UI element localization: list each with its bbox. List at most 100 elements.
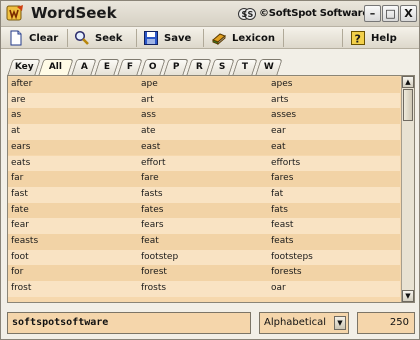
scroll-up-button[interactable]: ▲ <box>402 76 414 88</box>
search-input[interactable]: softspotsoftware <box>7 312 251 334</box>
tab-p[interactable]: P <box>163 59 189 75</box>
table-row[interactable]: eats effort efforts <box>8 155 400 172</box>
word-cell: fast <box>11 188 28 199</box>
tab-o[interactable]: O <box>140 59 166 75</box>
toolbar-divider <box>283 29 284 47</box>
word-cell: after <box>11 79 33 89</box>
clear-button[interactable]: Clear <box>3 27 63 49</box>
word-cell: as <box>11 110 22 121</box>
app-window: WordSeek S S ©SoftSpot Software – □ X Cl… <box>0 0 420 340</box>
document-icon <box>8 30 24 46</box>
app-title: WordSeek <box>31 4 117 22</box>
letter-tabs: Key All A E F O P R S T W <box>7 59 413 75</box>
word-cell: fare <box>141 173 159 184</box>
word-cell: ear <box>271 126 286 137</box>
word-cell: footstep <box>141 251 179 262</box>
svg-text:?: ? <box>355 33 361 46</box>
word-cell: fate <box>11 204 29 215</box>
word-cell: eat <box>271 141 286 152</box>
tab-e[interactable]: E <box>94 59 120 75</box>
word-cell: feasts <box>11 236 39 246</box>
table-row[interactable]: after ape apes <box>8 77 400 93</box>
word-cell: fears <box>141 220 164 231</box>
maximize-button[interactable]: □ <box>382 5 399 22</box>
word-cell: ass <box>141 110 156 121</box>
toolbar-divider <box>203 29 204 47</box>
word-cell: ape <box>141 79 158 89</box>
seek-label: Seek <box>95 32 123 44</box>
word-cell: forests <box>271 267 302 278</box>
word-cell: frost <box>11 283 32 294</box>
word-cell: eats <box>11 157 31 168</box>
minimize-button[interactable]: – <box>364 5 381 22</box>
sort-selected-value: Alphabetical <box>264 317 327 328</box>
word-cell: asses <box>271 110 297 121</box>
help-button[interactable]: ? Help <box>345 27 415 49</box>
save-button[interactable]: Save <box>138 27 200 49</box>
lexicon-label: Lexicon <box>232 32 275 44</box>
word-cell: efforts <box>271 157 301 168</box>
word-cell: frosts <box>141 283 167 294</box>
tab-key[interactable]: Key <box>7 59 41 75</box>
floppy-disk-icon <box>143 30 159 46</box>
table-row[interactable]: fast fasts fat <box>8 186 400 203</box>
table-row[interactable]: are art arts <box>8 92 400 109</box>
vertical-scrollbar[interactable]: ▲ ▼ <box>401 76 414 302</box>
question-icon: ? <box>350 30 366 46</box>
table-row[interactable]: far fare fares <box>8 171 400 187</box>
word-cell: footsteps <box>271 251 313 262</box>
table-row[interactable]: ears east eat <box>8 139 400 156</box>
sort-select[interactable]: Alphabetical ▼ <box>259 312 349 334</box>
word-cell: fear <box>11 220 29 231</box>
tab-r[interactable]: R <box>186 59 212 75</box>
brand-label: ©SoftSpot Software <box>259 8 369 19</box>
tab-all[interactable]: All <box>38 59 74 75</box>
word-cell: apes <box>271 79 293 89</box>
seek-button[interactable]: Seek <box>69 27 133 49</box>
title-bar[interactable]: WordSeek S S ©SoftSpot Software – □ X <box>1 1 419 27</box>
word-cell: oar <box>271 283 286 294</box>
word-cell: foot <box>11 251 29 262</box>
table-row[interactable]: fear fears feast <box>8 218 400 234</box>
word-cell: fasts <box>141 188 163 199</box>
tab-a[interactable]: A <box>71 59 97 75</box>
word-cell: fates <box>141 204 164 215</box>
word-cell: art <box>141 94 154 105</box>
lexicon-button[interactable]: Lexicon <box>206 27 280 49</box>
scroll-down-button[interactable]: ▼ <box>402 290 414 302</box>
word-cell: fat <box>271 188 284 199</box>
clear-label: Clear <box>29 32 59 44</box>
table-row[interactable]: foot footstep footsteps <box>8 249 400 266</box>
word-cell: feast <box>271 220 294 231</box>
word-cell: ears <box>11 141 31 152</box>
table-row[interactable]: frost frosts oar <box>8 281 400 297</box>
table-row[interactable]: fate fates fats <box>8 202 400 219</box>
book-icon <box>211 30 227 46</box>
word-list[interactable]: after ape apes are art arts as ass asses at ate ear… <box>7 75 415 303</box>
table-row[interactable]: at ate ear <box>8 124 400 140</box>
table-row[interactable]: for forest forests <box>8 265 400 282</box>
word-cell: are <box>11 94 26 105</box>
word-cell: east <box>141 141 161 152</box>
tab-w[interactable]: W <box>255 59 283 75</box>
toolbar-divider <box>342 29 343 47</box>
wordseek-logo-icon <box>5 4 25 24</box>
tab-f[interactable]: F <box>117 59 143 75</box>
magnifier-icon <box>74 30 90 46</box>
word-count: 250 <box>357 312 415 334</box>
table-row[interactable]: as ass asses <box>8 108 400 125</box>
word-cell: at <box>11 126 21 137</box>
tab-s[interactable]: S <box>209 59 235 75</box>
svg-text:S: S <box>248 10 254 19</box>
chevron-down-icon[interactable]: ▼ <box>334 316 346 330</box>
tab-t[interactable]: T <box>232 59 258 75</box>
word-cell: far <box>11 173 24 184</box>
close-button[interactable]: X <box>400 5 417 22</box>
save-label: Save <box>164 32 192 44</box>
toolbar: Clear Seek Save Lexicon ? Help <box>1 27 419 49</box>
word-cell: ate <box>141 126 156 137</box>
word-cell: effort <box>141 157 166 168</box>
table-row[interactable]: feasts feat feats <box>8 234 400 250</box>
softspot-logo-icon: S S <box>238 6 256 22</box>
scroll-thumb[interactable] <box>403 89 413 121</box>
